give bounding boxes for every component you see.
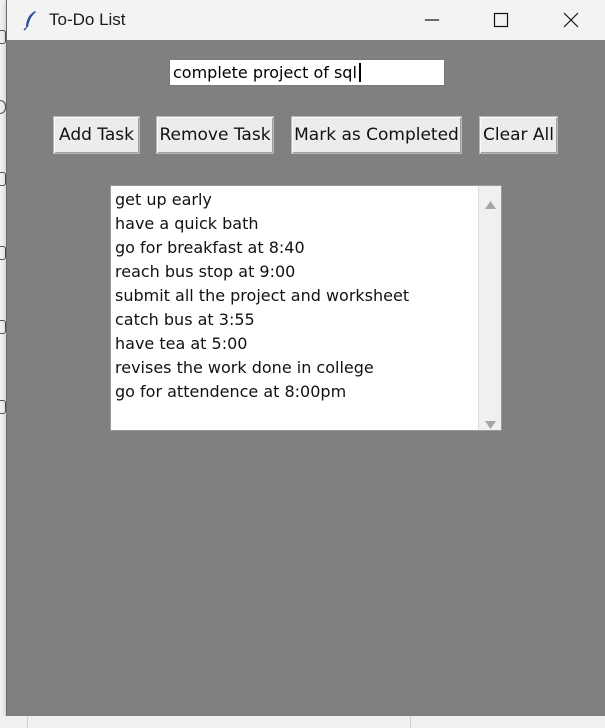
vertical-scrollbar[interactable] <box>478 186 501 430</box>
close-icon <box>563 12 579 28</box>
mark-completed-label: Mark as Completed <box>294 125 459 145</box>
scroll-up-arrow-icon[interactable] <box>485 194 496 213</box>
desktop-bottom <box>0 716 605 728</box>
divider <box>410 716 411 728</box>
text-cursor <box>358 63 361 82</box>
list-item[interactable]: catch bus at 3:55 <box>114 308 478 332</box>
remove-task-label: Remove Task <box>159 125 271 145</box>
minimize-icon <box>424 12 440 28</box>
clear-all-label: Clear All <box>483 125 554 145</box>
list-item[interactable]: revises the work done in college <box>114 356 478 380</box>
add-task-button[interactable]: Add Task <box>53 116 140 154</box>
list-item[interactable]: reach bus stop at 9:00 <box>114 260 478 284</box>
todo-window: To-Do List complete project of sql Add T… <box>6 0 605 716</box>
feather-icon <box>21 9 41 31</box>
remove-task-button[interactable]: Remove Task <box>156 116 274 154</box>
task-list: get up early have a quick bath go for br… <box>114 188 478 428</box>
list-item[interactable]: have tea at 5:00 <box>114 332 478 356</box>
maximize-button[interactable] <box>466 0 536 40</box>
list-item[interactable]: get up early <box>114 188 478 212</box>
minimize-button[interactable] <box>397 0 467 40</box>
close-button[interactable] <box>536 0 605 40</box>
list-item[interactable]: go for breakfast at 8:40 <box>114 236 478 260</box>
title-bar[interactable]: To-Do List <box>7 0 605 40</box>
list-item[interactable]: have a quick bath <box>114 212 478 236</box>
mark-completed-button[interactable]: Mark as Completed <box>291 116 462 154</box>
divider <box>27 716 28 728</box>
list-item[interactable]: go for attendence at 8:00pm <box>114 380 478 404</box>
task-listbox[interactable]: get up early have a quick bath go for br… <box>110 185 502 431</box>
task-input[interactable]: complete project of sql <box>169 59 445 86</box>
add-task-label: Add Task <box>58 125 134 145</box>
clear-all-button[interactable]: Clear All <box>479 116 558 154</box>
task-input-value: complete project of sql <box>173 63 357 82</box>
list-item[interactable]: submit all the project and worksheet <box>114 284 478 308</box>
scroll-down-arrow-icon[interactable] <box>485 414 496 433</box>
window-title: To-Do List <box>49 10 126 29</box>
maximize-icon <box>493 12 509 28</box>
